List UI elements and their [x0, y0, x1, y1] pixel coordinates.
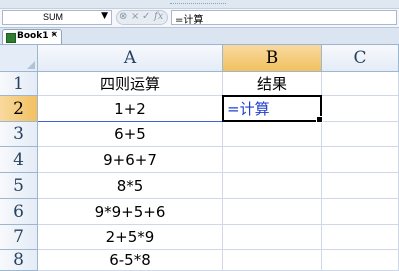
cell-a5[interactable]: 8*5 [38, 173, 223, 199]
name-box-value: SUM [43, 12, 63, 22]
cell-a7[interactable]: 2+5*9 [38, 225, 223, 250]
formula-input[interactable]: =计算 [171, 10, 397, 26]
cell-b5[interactable] [223, 173, 322, 199]
cell-c3[interactable] [322, 122, 399, 147]
row-header-4[interactable]: 4 [0, 147, 38, 173]
row-header-2[interactable]: 2 [0, 96, 38, 122]
workbook-tab-bar: Book1 * × [0, 28, 399, 45]
cancel-circle-icon[interactable]: ⊗ [119, 11, 127, 22]
row-header-8[interactable]: 8 [0, 250, 38, 271]
row-header-7[interactable]: 7 [0, 225, 38, 250]
cell-a6[interactable]: 9*9+5+6 [38, 199, 223, 225]
column-header-c[interactable]: C [322, 45, 399, 72]
cell-c6[interactable] [322, 199, 399, 225]
cell-c8[interactable] [322, 250, 399, 271]
cell-a8[interactable]: 6-5*8 [38, 250, 223, 271]
cell-b4[interactable] [223, 147, 322, 173]
row-header-6[interactable]: 6 [0, 199, 38, 225]
cell-c5[interactable] [322, 173, 399, 199]
row-header-5[interactable]: 5 [0, 173, 38, 199]
cell-c7[interactable] [322, 225, 399, 250]
cell-a3[interactable]: 6+5 [38, 122, 223, 147]
cell-b7[interactable] [223, 225, 322, 250]
formula-text: =计算 [175, 15, 204, 26]
formula-bar: SUM ▼ ⊗ × ✓ fx =计算 [0, 9, 399, 28]
name-box[interactable]: SUM ▼ [2, 10, 112, 25]
fill-handle[interactable] [316, 116, 323, 123]
enter-check-icon[interactable]: ✓ [142, 11, 150, 22]
cell-a2[interactable]: 1+2 [38, 96, 223, 122]
cell-a1[interactable]: 四则运算 [38, 72, 223, 96]
formula-buttons: ⊗ × ✓ fx [116, 10, 168, 25]
tab-book1[interactable]: Book1 * × [2, 29, 62, 44]
reference-underline [38, 121, 223, 122]
cell-b3[interactable] [223, 122, 322, 147]
cell-c1[interactable] [322, 72, 399, 96]
column-header-b[interactable]: B [223, 45, 322, 72]
active-cell-border [222, 95, 323, 123]
close-icon[interactable]: × [50, 30, 58, 40]
cell-a4[interactable]: 9+6+7 [38, 147, 223, 173]
cancel-icon[interactable]: × [131, 11, 139, 22]
column-header-a[interactable]: A [38, 45, 223, 72]
cell-b8[interactable] [223, 250, 322, 271]
row-header-1[interactable]: 1 [0, 72, 38, 96]
cell-c2[interactable] [322, 96, 399, 122]
insert-function-icon[interactable]: fx [154, 11, 163, 22]
workbook-icon [6, 33, 16, 43]
cell-b6[interactable] [223, 199, 322, 225]
cell-c4[interactable] [322, 147, 399, 173]
row-header-3[interactable]: 3 [0, 122, 38, 147]
ribbon-edge [0, 0, 399, 9]
chevron-down-icon[interactable]: ▼ [101, 11, 108, 21]
select-all-corner[interactable] [0, 45, 38, 72]
grip-handle[interactable] [170, 3, 226, 6]
cell-b1[interactable]: 结果 [223, 72, 322, 96]
